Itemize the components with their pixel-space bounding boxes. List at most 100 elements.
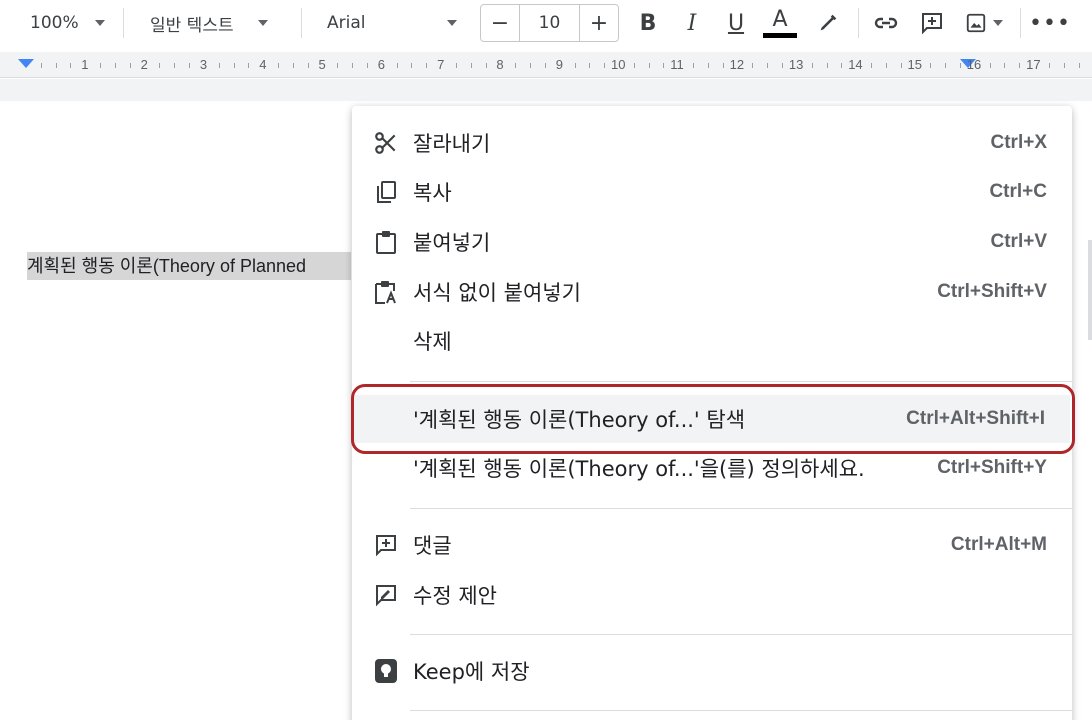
ruler-tick	[485, 63, 487, 68]
ruler-number: 15	[907, 57, 922, 72]
context-menu: 잘라내기 Ctrl+X 복사 Ctrl+C 붙여넣기 Ctrl+V 서식 없이 …	[352, 106, 1072, 720]
left-indent-marker[interactable]	[18, 59, 34, 68]
ruler-tick	[292, 63, 294, 68]
menu-item-paste[interactable]: 붙여넣기 Ctrl+V	[352, 219, 1072, 265]
menu-item-label: 잘라내기	[413, 132, 491, 156]
ruler-tick	[1078, 63, 1080, 68]
toolbar-divider	[123, 8, 124, 38]
ruler-tick	[885, 63, 887, 68]
menu-item-cut[interactable]: 잘라내기 Ctrl+X	[352, 120, 1072, 166]
ruler-tick	[648, 63, 650, 68]
menu-item-suggest-edits[interactable]: 수정 제안	[352, 572, 1072, 618]
paste-plain-icon	[372, 280, 400, 304]
ruler-tick	[218, 63, 220, 68]
bold-button[interactable]: B	[634, 8, 662, 38]
copy-icon	[372, 180, 400, 204]
cut-icon	[372, 131, 400, 155]
menu-item-save-to-keep[interactable]: Keep에 저장	[352, 648, 1072, 694]
ruler-tick	[959, 63, 961, 68]
zoom-value: 100%	[30, 13, 79, 33]
ruler-number: 10	[611, 57, 626, 72]
font-size-decrease-button[interactable]: −	[481, 5, 519, 41]
ruler-tick	[589, 63, 591, 68]
menu-item-label: 붙여넣기	[413, 231, 491, 255]
ruler-number: 9	[555, 57, 563, 72]
menu-item-label: 삭제	[413, 330, 452, 354]
ruler-tick	[752, 63, 754, 68]
ruler-tick	[411, 63, 413, 68]
ruler-tick	[159, 63, 161, 68]
ruler-tick	[114, 63, 116, 68]
menu-divider	[410, 634, 1072, 635]
ruler-tick	[470, 63, 472, 68]
paragraph-style-select[interactable]: 일반 텍스트	[150, 0, 290, 46]
underline-button[interactable]: U	[722, 8, 750, 38]
ruler-tick	[307, 63, 309, 68]
menu-item-shortcut: Ctrl+Alt+M	[950, 534, 1047, 555]
zoom-select[interactable]: 100%	[30, 0, 114, 46]
chevron-down-icon	[447, 20, 458, 26]
font-size-input[interactable]: 10	[519, 5, 580, 41]
ruler-tick	[337, 63, 339, 68]
horizontal-ruler[interactable]: 1 2 3 4 5 6 7 8 9 10 11 12 13 14 15 16 17	[0, 52, 1092, 78]
menu-item-shortcut: Ctrl+C	[989, 181, 1047, 202]
ruler-tick	[930, 63, 932, 68]
image-icon[interactable]	[960, 8, 1008, 38]
ruler-number: 14	[848, 57, 863, 72]
selected-document-text[interactable]: 계획된 행동 이론(Theory of Planned	[27, 252, 351, 280]
paste-icon	[372, 230, 400, 254]
ruler-tick	[1048, 63, 1050, 68]
ruler-tick	[189, 63, 191, 68]
italic-button[interactable]: I	[678, 8, 706, 38]
ruler-tick	[989, 63, 991, 68]
menu-item-shortcut: Ctrl+Alt+Shift+I	[906, 408, 1045, 429]
menu-item-copy[interactable]: 복사 Ctrl+C	[352, 169, 1072, 215]
ruler-number: 17	[1026, 57, 1041, 72]
link-icon[interactable]	[872, 8, 900, 38]
menu-item-label: 서식 없이 붙여넣기	[413, 281, 581, 305]
highlighter-icon[interactable]	[814, 8, 842, 38]
ruler-number: 7	[437, 57, 445, 72]
suggest-edit-icon	[372, 583, 400, 607]
ruler-tick	[40, 63, 42, 68]
ruler-tick	[1063, 63, 1065, 68]
ruler-tick	[278, 63, 280, 68]
menu-item-explore[interactable]: '계획된 행동 이론(Theory of...' 탐색 Ctrl+Alt+Shi…	[352, 395, 1070, 443]
ruler-tick	[366, 63, 368, 68]
menu-item-paste-without-formatting[interactable]: 서식 없이 붙여넣기 Ctrl+Shift+V	[352, 269, 1072, 315]
ruler-tick	[1004, 63, 1006, 68]
ruler-tick	[633, 63, 635, 68]
menu-item-define[interactable]: '계획된 행동 이론(Theory of...'을(를) 정의하세요. Ctrl…	[352, 445, 1072, 491]
ruler-tick	[782, 63, 784, 68]
toolbar-divider	[301, 8, 302, 38]
font-size-stepper[interactable]: − 10 +	[480, 4, 619, 42]
font-size-increase-button[interactable]: +	[580, 5, 618, 41]
ruler-tick	[663, 63, 665, 68]
font-select[interactable]: Arial	[327, 0, 467, 46]
menu-item-delete[interactable]: 삭제	[352, 318, 1072, 364]
ruler-number: 16	[966, 57, 982, 72]
text-color-letter: A	[772, 6, 788, 32]
ruler-tick	[515, 63, 517, 68]
menu-item-label: '계획된 행동 이론(Theory of...'을(를) 정의하세요.	[413, 457, 865, 481]
ruler-number: 1	[81, 57, 89, 72]
menu-item-label: '계획된 행동 이론(Theory of...' 탐색	[413, 408, 746, 432]
menu-item-shortcut: Ctrl+V	[990, 231, 1048, 252]
ruler-tick	[871, 63, 873, 68]
menu-item-shortcut: Ctrl+Shift+Y	[937, 457, 1047, 478]
ruler-tick	[707, 63, 709, 68]
ruler-tick	[767, 63, 769, 68]
text-color-swatch	[763, 32, 797, 38]
ruler-tick	[544, 63, 546, 68]
menu-item-label: Keep에 저장	[413, 660, 530, 684]
toolbar: 100% 일반 텍스트 Arial − 10 + B I U A •••	[0, 0, 1092, 48]
add-comment-icon[interactable]	[918, 8, 946, 38]
page-scrollbar[interactable]	[1088, 240, 1092, 340]
ruler-tick	[70, 63, 72, 68]
more-icon[interactable]: •••	[1029, 8, 1070, 38]
ruler-number: 4	[259, 57, 267, 72]
page-gap	[0, 79, 1092, 101]
toolbar-divider	[1020, 8, 1021, 38]
text-color-button[interactable]: A	[763, 6, 797, 38]
menu-item-comment[interactable]: 댓글 Ctrl+Alt+M	[352, 522, 1072, 568]
